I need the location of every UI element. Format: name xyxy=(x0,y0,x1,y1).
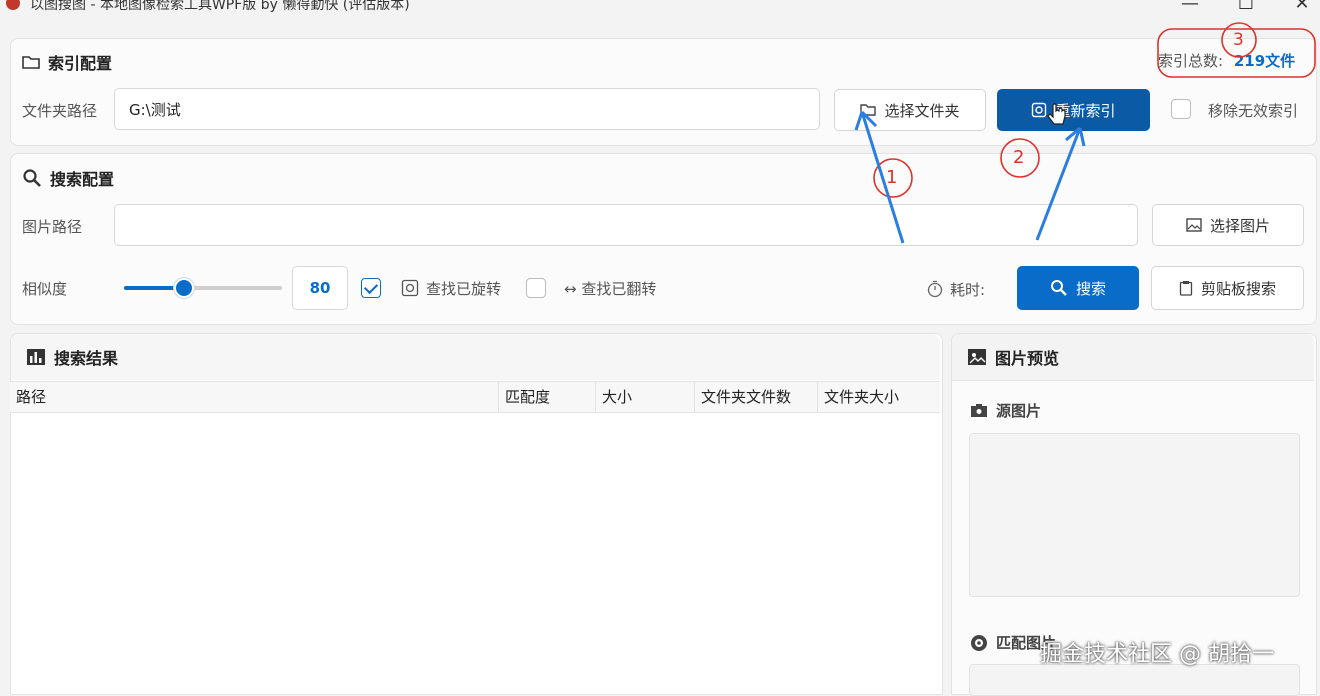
annotation-number-3: 3 xyxy=(1233,30,1244,50)
annotation-number-1: 1 xyxy=(886,167,898,188)
annotation-arrow-2 xyxy=(1035,127,1082,241)
annotation-number-2: 2 xyxy=(1013,147,1025,168)
annotation-overlay xyxy=(854,22,1316,244)
watermark: 掘金技术社区 @ 胡拾一 xyxy=(1040,642,1274,667)
